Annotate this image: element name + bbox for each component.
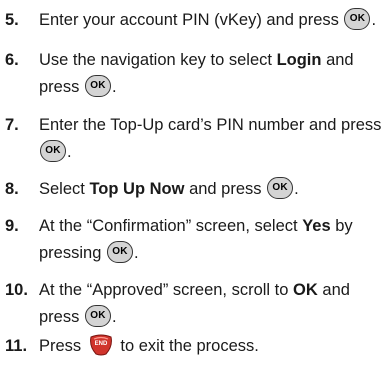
- step-text: Press: [39, 337, 82, 355]
- step-number: 6.: [5, 51, 19, 69]
- step-text: Enter your account PIN (vKey) and press: [39, 11, 339, 29]
- step-text: Enter the Top-Up card’s PIN number and p…: [39, 116, 382, 134]
- ok-key-icon: OK: [84, 304, 111, 327]
- ok-key-icon: OK: [267, 176, 294, 199]
- step-text: At the “Confirmation” screen, select: [39, 217, 298, 235]
- step-emphasis: Yes: [302, 217, 331, 235]
- step-emphasis: Login: [276, 51, 322, 69]
- ok-key-icon: OK: [84, 74, 111, 97]
- step-text: At the “Approved” screen, scroll to: [39, 281, 289, 299]
- step-text: Select: [39, 180, 85, 198]
- step-number: 7.: [5, 116, 19, 134]
- step-emphasis: Top Up Now: [89, 180, 185, 198]
- step-number: 5.: [5, 11, 19, 29]
- step-number: 10.: [5, 281, 28, 299]
- ok-key-icon: OK: [40, 139, 66, 162]
- step-number: 9.: [5, 217, 19, 235]
- step-number: 11.: [5, 337, 28, 355]
- ok-key-icon: OK: [344, 7, 371, 30]
- step-number: 8.: [5, 180, 19, 198]
- end-key-icon: END: [88, 332, 114, 356]
- step-text: Use the navigation key to select: [39, 51, 272, 69]
- ok-key-icon: OK: [106, 240, 133, 263]
- svg-text:END: END: [94, 341, 107, 347]
- step-emphasis: OK: [293, 281, 318, 299]
